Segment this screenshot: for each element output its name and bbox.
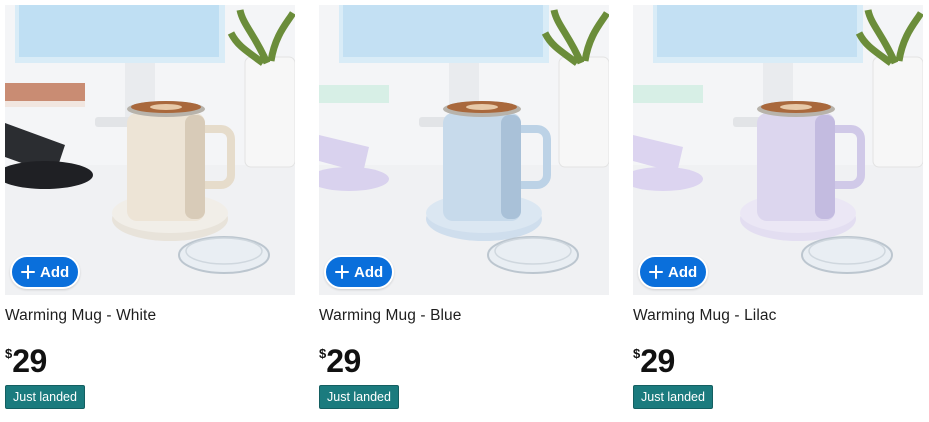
status-badge: Just landed bbox=[5, 385, 85, 409]
product-photo-blue bbox=[319, 5, 609, 295]
price-amount: 29 bbox=[640, 343, 675, 379]
product-title[interactable]: Warming Mug - Blue bbox=[319, 307, 462, 325]
product-title[interactable]: Warming Mug - Lilac bbox=[633, 307, 776, 325]
product-title[interactable]: Warming Mug - White bbox=[5, 307, 156, 325]
price-currency: $ bbox=[633, 346, 641, 361]
product-price: $ 29 bbox=[633, 343, 675, 379]
price-amount: 29 bbox=[326, 343, 361, 379]
product-card: Add Warming Mug - White $ 29 Just landed bbox=[5, 5, 295, 409]
product-price: $ 29 bbox=[5, 343, 47, 379]
product-card: Add Warming Mug - Lilac $ 29 Just landed bbox=[633, 5, 923, 409]
product-photo-lilac bbox=[633, 5, 923, 295]
add-button-label: Add bbox=[668, 263, 698, 281]
price-currency: $ bbox=[319, 346, 327, 361]
product-image[interactable]: Add bbox=[319, 5, 609, 295]
add-button-label: Add bbox=[354, 263, 384, 281]
plus-icon bbox=[20, 264, 36, 280]
product-photo-white bbox=[5, 5, 295, 295]
product-card: Add Warming Mug - Blue $ 29 Just landed bbox=[319, 5, 609, 409]
price-amount: 29 bbox=[12, 343, 47, 379]
plus-icon bbox=[334, 264, 350, 280]
price-currency: $ bbox=[5, 346, 13, 361]
product-image[interactable]: Add bbox=[633, 5, 923, 295]
add-to-cart-button[interactable]: Add bbox=[324, 255, 395, 289]
status-badge: Just landed bbox=[633, 385, 713, 409]
add-button-label: Add bbox=[40, 263, 70, 281]
status-badge: Just landed bbox=[319, 385, 399, 409]
product-image[interactable]: Add bbox=[5, 5, 295, 295]
product-price: $ 29 bbox=[319, 343, 361, 379]
plus-icon bbox=[648, 264, 664, 280]
add-to-cart-button[interactable]: Add bbox=[638, 255, 709, 289]
product-grid: Add Warming Mug - White $ 29 Just landed bbox=[5, 5, 924, 422]
add-to-cart-button[interactable]: Add bbox=[10, 255, 81, 289]
